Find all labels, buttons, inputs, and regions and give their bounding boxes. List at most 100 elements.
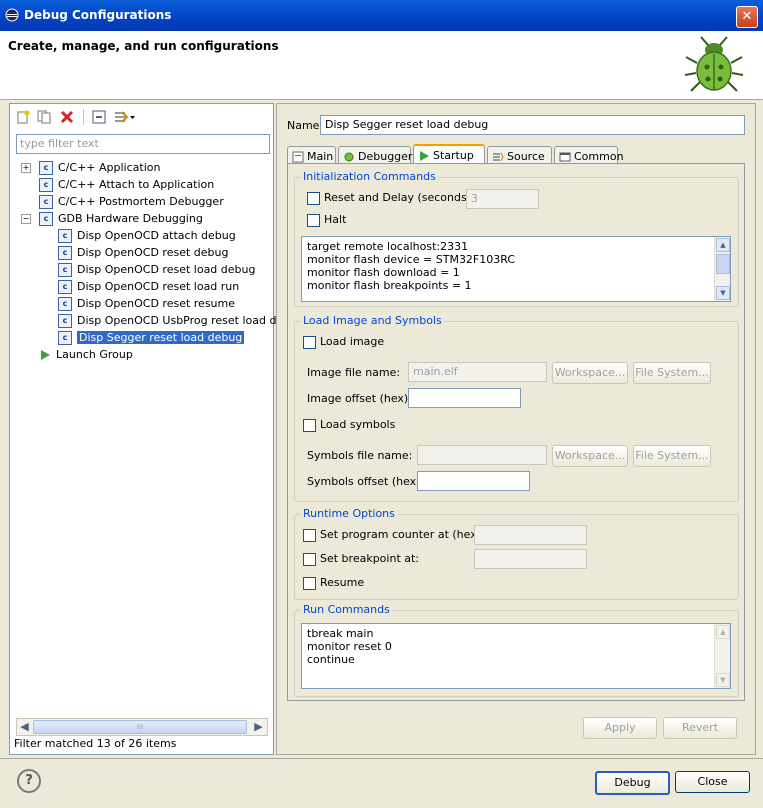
tree-item[interactable]: c Disp OpenOCD UsbProg reset load debu (58, 312, 297, 329)
runtime-options-title: Runtime Options (301, 507, 397, 520)
load-image-checkbox[interactable]: Load image (303, 335, 384, 349)
reset-delay-label: Reset and Delay (seconds): (324, 191, 475, 204)
tree-item-label: Disp Segger reset load debug (77, 331, 245, 344)
resume-label: Resume (320, 576, 365, 589)
image-file-field[interactable]: main.elf (408, 362, 547, 382)
tree-item[interactable]: c Disp OpenOCD attach debug (58, 227, 236, 244)
set-pc-field[interactable] (474, 525, 587, 545)
halt-checkbox[interactable]: Halt (307, 213, 346, 227)
reset-delay-field[interactable]: 3 (466, 189, 539, 209)
c-config-icon: c (39, 161, 53, 175)
close-icon: ✕ (741, 9, 753, 24)
init-commands-textarea[interactable]: target remote localhost:2331 monitor flas… (301, 236, 731, 302)
tree-item[interactable]: − c GDB Hardware Debugging (21, 210, 203, 227)
tree-item[interactable]: c C/C++ Attach to Application (39, 176, 214, 193)
scroll-right-icon[interactable]: ▶ (251, 719, 266, 735)
command-line: target remote localhost:2331 (307, 240, 469, 253)
tree-item[interactable]: c Disp OpenOCD reset load debug (58, 261, 255, 278)
c-config-icon: c (39, 195, 53, 209)
image-workspace-button[interactable]: Workspace... (552, 362, 628, 384)
c-config-icon: c (39, 212, 53, 226)
tree-item[interactable]: c Disp OpenOCD reset resume (58, 295, 235, 312)
symbols-filesystem-button[interactable]: File System... (633, 445, 711, 467)
tree-item-label: C/C++ Attach to Application (58, 178, 215, 191)
symbols-workspace-button[interactable]: Workspace... (552, 445, 628, 467)
help-icon[interactable]: ? (17, 769, 41, 793)
checkbox-icon (303, 418, 316, 432)
common-tab-icon (559, 152, 571, 162)
expand-icon[interactable]: + (21, 163, 31, 173)
horizontal-scrollbar[interactable]: ◀ III ▶ (16, 718, 268, 736)
c-config-icon: c (58, 263, 72, 277)
run-commands-textarea[interactable]: tbreak main monitor reset 0 continue ▲ ▼ (301, 623, 731, 689)
tree-item-label: C/C++ Postmortem Debugger (58, 195, 224, 208)
symbols-offset-field[interactable] (417, 471, 530, 491)
tree-item-label: Disp OpenOCD reset debug (77, 246, 229, 259)
c-config-icon: c (58, 297, 72, 311)
collapse-all-icon[interactable] (92, 110, 106, 124)
filter-status: Filter matched 13 of 26 items (14, 737, 177, 750)
close-button[interactable]: Close (675, 771, 750, 793)
tree-item[interactable]: c C/C++ Postmortem Debugger (39, 193, 224, 210)
image-filesystem-button[interactable]: File System... (633, 362, 711, 384)
symbols-file-label: Symbols file name: (307, 449, 413, 462)
duplicate-icon[interactable] (37, 110, 51, 124)
header-title: Create, manage, and run configurations (8, 39, 279, 53)
filter-icon[interactable] (114, 110, 136, 124)
footer-separator (0, 758, 763, 759)
tree-item[interactable]: + c C/C++ Application (21, 159, 160, 176)
tree-item[interactable]: c Disp Segger reset load debug (58, 329, 245, 346)
set-breakpoint-field[interactable] (474, 549, 587, 569)
load-symbols-label: Load symbols (320, 418, 396, 431)
scroll-down-icon[interactable]: ▼ (716, 286, 730, 300)
resume-checkbox[interactable]: Resume (303, 576, 364, 590)
filter-input[interactable]: type filter text (16, 134, 270, 154)
set-breakpoint-checkbox[interactable]: Set breakpoint at: (303, 552, 419, 566)
load-symbols-checkbox[interactable]: Load symbols (303, 418, 395, 432)
launch-group-icon (41, 350, 50, 360)
apply-button[interactable]: Apply (583, 717, 657, 739)
tree-item[interactable]: Launch Group (39, 346, 133, 363)
tree-item[interactable]: c Disp OpenOCD reset load run (58, 278, 239, 295)
tree-item[interactable]: c Disp OpenOCD reset debug (58, 244, 228, 261)
checkbox-icon (303, 528, 316, 542)
command-line: monitor flash breakpoints = 1 (307, 279, 472, 292)
scroll-up-icon[interactable]: ▲ (716, 625, 730, 639)
set-pc-checkbox[interactable]: Set program counter at (hex): (303, 528, 485, 542)
configuration-list-panel: type filter text + c C/C++ Application c C/C… (9, 103, 297, 755)
startup-tab-content: Initialization Commands Reset and Delay … (287, 163, 745, 701)
symbols-file-field[interactable] (417, 445, 547, 465)
new-configuration-icon[interactable] (16, 110, 30, 124)
window-close-button[interactable]: ✕ (736, 6, 758, 28)
scroll-down-icon[interactable]: ▼ (716, 673, 730, 687)
collapse-icon[interactable]: − (21, 214, 31, 224)
startup-tab-icon (420, 151, 429, 161)
revert-button[interactable]: Revert (663, 717, 737, 739)
runtime-options-group: Runtime Options Set program counter at (… (294, 507, 739, 600)
load-image-symbols-title: Load Image and Symbols (301, 314, 444, 327)
delete-icon[interactable] (60, 110, 74, 124)
vertical-scrollbar[interactable]: ▲ ▼ (714, 624, 730, 688)
reset-delay-checkbox[interactable]: Reset and Delay (seconds): (307, 191, 475, 205)
name-field[interactable]: Disp Segger reset load debug (320, 115, 745, 135)
main-tab-icon (292, 151, 304, 163)
checkbox-icon (303, 552, 316, 566)
eclipse-icon (5, 8, 19, 22)
scroll-up-icon[interactable]: ▲ (716, 238, 730, 252)
command-line: tbreak main (307, 627, 374, 640)
initialization-commands-title: Initialization Commands (301, 170, 438, 183)
set-breakpoint-label: Set breakpoint at: (320, 552, 420, 565)
source-tab-icon (493, 152, 504, 162)
scroll-thumb[interactable] (716, 254, 730, 274)
command-line: continue (307, 653, 355, 666)
debug-button[interactable]: Debug (595, 771, 670, 795)
image-offset-field[interactable] (408, 388, 521, 408)
scroll-thumb[interactable]: III (33, 720, 247, 734)
name-label: Name: (287, 119, 324, 132)
halt-label: Halt (324, 213, 347, 226)
image-file-label: Image file name: (307, 366, 401, 379)
vertical-scrollbar[interactable]: ▲ ▼ (714, 237, 730, 301)
scroll-left-icon[interactable]: ◀ (17, 719, 32, 735)
header-banner: Create, manage, and run configurations (0, 31, 763, 100)
run-commands-title: Run Commands (301, 603, 392, 616)
